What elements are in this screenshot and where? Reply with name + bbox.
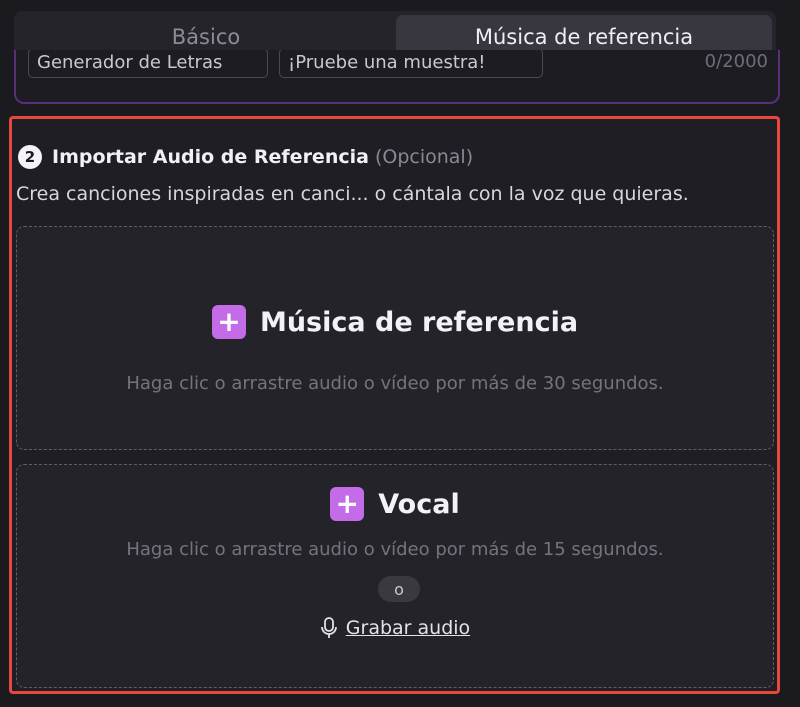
reference-music-title-row: + Música de referencia — [17, 305, 773, 339]
try-sample-button[interactable]: ¡Pruebe una muestra! — [279, 50, 543, 78]
or-separator: o — [378, 576, 420, 602]
section-description: Crea canciones inspiradas en canci... o … — [16, 183, 689, 205]
microphone-icon — [320, 617, 337, 638]
section-title: Importar Audio de Referencia — [52, 146, 369, 168]
plus-icon: + — [211, 305, 246, 339]
reference-music-hint: Haga clic o arrastre audio o vídeo por m… — [126, 373, 664, 394]
reference-music-title: Música de referencia — [259, 306, 579, 338]
vocal-dropzone[interactable]: + Vocal Haga clic o arrastre audio o víd… — [16, 464, 774, 688]
lyrics-panel: Generador de Letras ¡Pruebe una muestra!… — [14, 50, 780, 104]
vocal-hint: Haga clic o arrastre audio o vídeo por m… — [126, 539, 664, 560]
vocal-title: Vocal — [378, 488, 460, 520]
lyrics-generator-button[interactable]: Generador de Letras — [28, 50, 268, 78]
record-audio-label[interactable]: Grabar audio — [346, 617, 470, 639]
import-reference-audio-section: 2 Importar Audio de Referencia (Opcional… — [9, 116, 780, 694]
reference-music-dropzone[interactable]: + Música de referencia Haga clic o arras… — [16, 226, 774, 450]
record-audio-button[interactable]: Grabar audio — [17, 617, 773, 639]
section-heading: 2 Importar Audio de Referencia (Opcional… — [18, 145, 473, 169]
vocal-title-row: + Vocal — [17, 487, 773, 521]
character-counter: 0/2000 — [704, 51, 768, 72]
plus-icon: + — [330, 487, 365, 521]
step-number-badge: 2 — [18, 145, 42, 169]
optional-label: (Opcional) — [374, 146, 474, 168]
